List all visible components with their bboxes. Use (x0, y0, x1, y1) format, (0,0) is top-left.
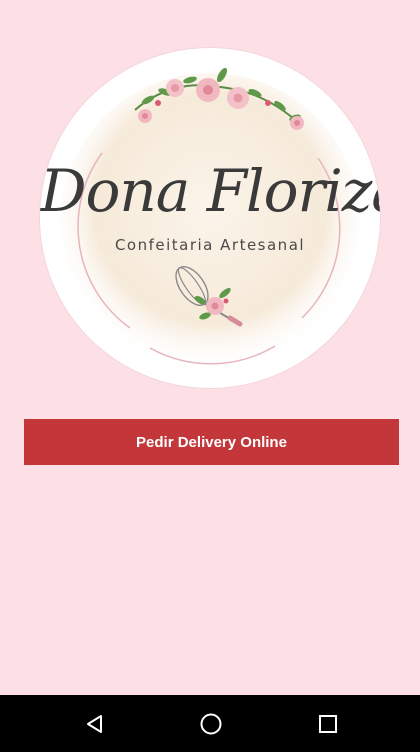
brand-subtitle: Confeitaria Artesanal (114, 236, 306, 254)
recent-apps-button[interactable] (307, 703, 349, 745)
app-screen: Dona Floriza Confeitaria Artesanal Pedir… (0, 0, 420, 695)
brand-name: Dona Floriza (40, 157, 380, 225)
home-icon (200, 713, 222, 735)
recent-apps-icon (319, 715, 337, 733)
brand-logo: Dona Floriza Confeitaria Artesanal (40, 48, 380, 388)
android-navigation-bar (0, 695, 420, 752)
back-button[interactable] (74, 703, 116, 745)
back-icon (87, 715, 102, 733)
home-button[interactable] (190, 703, 232, 745)
order-delivery-button[interactable]: Pedir Delivery Online (24, 419, 399, 465)
